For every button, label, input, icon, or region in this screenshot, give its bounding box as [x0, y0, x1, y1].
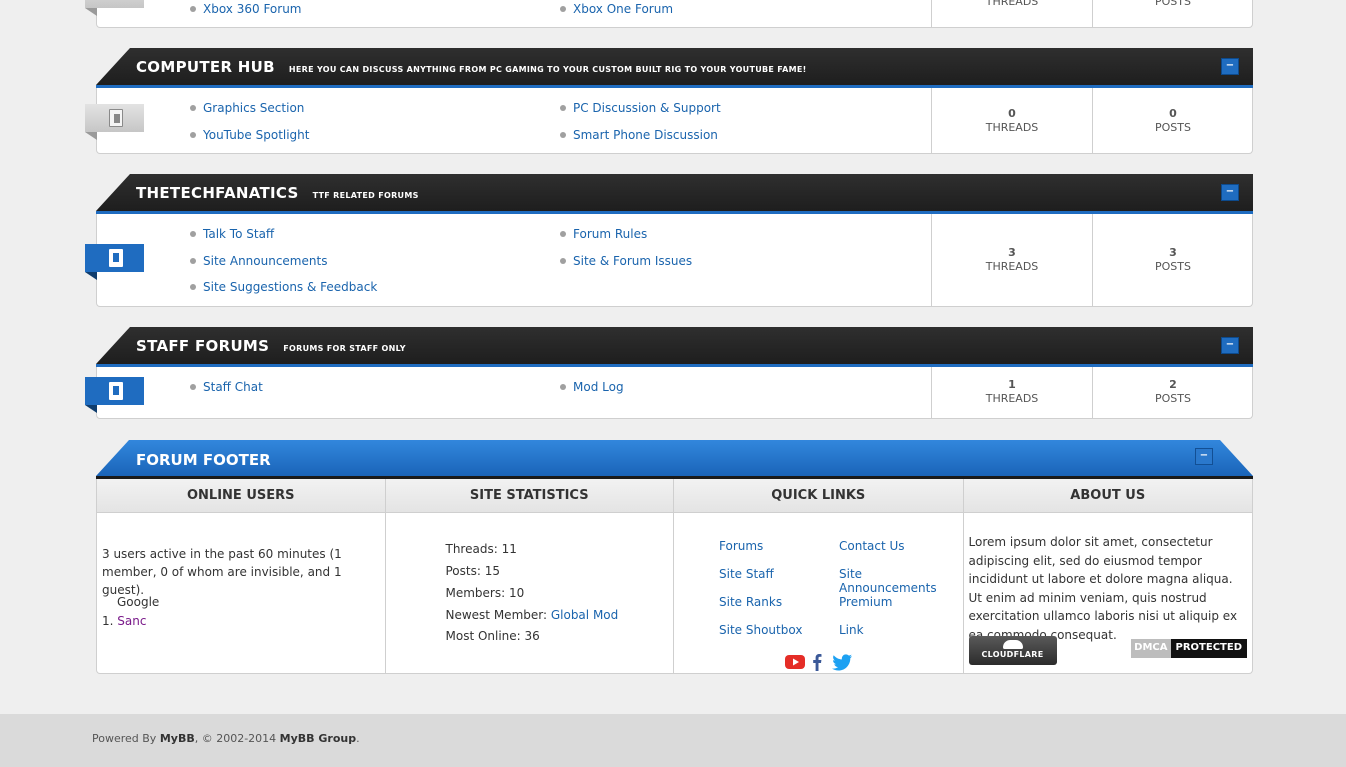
bullet-icon [560, 384, 566, 390]
category-header: STAFF FORUMS FORUMS FOR STAFF ONLY − [96, 327, 1253, 367]
twitter-icon[interactable] [831, 653, 853, 671]
mybb-group-link[interactable]: MyBB Group [280, 732, 356, 745]
quick-link-premium[interactable]: Premium [839, 595, 892, 609]
subforum-link[interactable]: Staff Chat [190, 380, 263, 394]
quick-link-link[interactable]: Link [839, 623, 864, 637]
quick-link-site-ranks[interactable]: Site Ranks [719, 595, 782, 609]
threads-stat: THREADS [931, 0, 1092, 27]
threads-stat: 0 THREADS [931, 88, 1092, 153]
online-bot: Google [117, 595, 160, 609]
subforum-link[interactable]: PC Discussion & Support [560, 101, 721, 115]
subforum-link[interactable]: Forum Rules [560, 227, 647, 241]
posts-stat: 2 POSTS [1092, 367, 1253, 418]
member-link[interactable]: Sanc [117, 614, 146, 628]
category-body: Graphics Section PC Discussion & Support… [85, 88, 1253, 154]
forum-new-posts-icon [85, 244, 144, 280]
collapse-button[interactable]: − [1221, 337, 1239, 354]
bullet-icon [560, 258, 566, 264]
about-us-heading: ABOUT US [963, 479, 1252, 513]
quick-link-site-announcements[interactable]: Site Announcements [839, 567, 963, 595]
category-description: FORUMS FOR STAFF ONLY [283, 344, 406, 353]
stat-members: Members: 10 [445, 586, 525, 600]
facebook-icon[interactable] [810, 653, 824, 671]
subforum-link[interactable]: Mod Log [560, 380, 624, 394]
category-description: HERE YOU CAN DISCUSS ANYTHING FROM PC GA… [288, 65, 807, 74]
footer-header: FORUM FOOTER − [96, 440, 1253, 479]
forum-status-icon [85, 0, 144, 16]
newest-member-link[interactable]: Global Mod [551, 608, 618, 622]
collapse-button[interactable]: − [1221, 184, 1239, 201]
category-staff-forums: STAFF FORUMS FORUMS FOR STAFF ONLY − Staf… [85, 327, 1253, 419]
subforum-link[interactable]: Smart Phone Discussion [560, 128, 718, 142]
subforum-link[interactable]: Xbox One Forum [560, 2, 673, 16]
category-header: COMPUTER HUB HERE YOU CAN DISCUSS ANYTHIN… [96, 48, 1253, 88]
bullet-icon [190, 384, 196, 390]
online-users-panel: ONLINE USERS 3 users active in the past … [97, 479, 386, 673]
category-body: Xbox 360 Forum Xbox One Forum THREADS PO… [85, 0, 1253, 28]
subforum-link[interactable]: Site & Forum Issues [560, 254, 692, 268]
bullet-icon [560, 105, 566, 111]
bullet-icon [190, 105, 196, 111]
about-us-text: Lorem ipsum dolor sit amet, consectetur … [968, 535, 1238, 642]
category-description: TTF RELATED FORUMS [312, 191, 419, 200]
dmca-badge[interactable]: DMCA PROTECTED [1131, 639, 1247, 658]
stat-most-online: Most Online: 36 [445, 629, 540, 643]
category-body: Talk To Staff Forum Rules Site Announcem… [85, 214, 1253, 307]
category-header: THETECHFANATICS TTF RELATED FORUMS − [96, 174, 1253, 214]
subforum-link[interactable]: Site Announcements [190, 254, 327, 268]
posts-stat: 0 POSTS [1092, 88, 1253, 153]
site-statistics-panel: SITE STATISTICS Threads: 11 Posts: 15 Me… [385, 479, 674, 673]
mybb-link[interactable]: MyBB [160, 732, 195, 745]
quick-link-forums[interactable]: Forums [719, 539, 763, 553]
subforum-link[interactable]: Site Suggestions & Feedback [190, 280, 377, 294]
bullet-icon [190, 284, 196, 290]
category-body: Staff Chat Mod Log 1 THREADS 2 POSTS [85, 367, 1253, 419]
bullet-icon [190, 231, 196, 237]
threads-stat: 3 THREADS [931, 214, 1092, 306]
category-computer-hub: COMPUTER HUB HERE YOU CAN DISCUSS ANYTHIN… [85, 48, 1253, 154]
posts-stat: 3 POSTS [1092, 214, 1253, 306]
category-thetechfanatics: THETECHFANATICS TTF RELATED FORUMS − Talk… [85, 174, 1253, 307]
forum-footer: FORUM FOOTER − ONLINE USERS 3 users acti… [96, 440, 1253, 674]
bullet-icon [190, 132, 196, 138]
footer-columns: ONLINE USERS 3 users active in the past … [96, 479, 1253, 674]
online-summary: 3 users active in the past 60 minutes (1… [102, 547, 342, 597]
bullet-icon [560, 132, 566, 138]
subforum-link[interactable]: Graphics Section [190, 101, 304, 115]
quick-links-heading: QUICK LINKS [674, 479, 963, 513]
subforum-link[interactable]: YouTube Spotlight [190, 128, 310, 142]
youtube-icon[interactable] [784, 653, 806, 671]
stat-posts: Posts: 15 [445, 564, 501, 578]
online-users-heading: ONLINE USERS [97, 479, 385, 513]
cloudflare-badge[interactable]: CLOUDFLARE [968, 636, 1057, 665]
footer-title: FORUM FOOTER [136, 451, 271, 469]
collapse-button[interactable]: − [1195, 448, 1213, 465]
about-us-panel: ABOUT US Lorem ipsum dolor sit amet, con… [963, 479, 1252, 673]
site-statistics-heading: SITE STATISTICS [385, 479, 673, 513]
stat-newest-member: Newest Member: Global Mod [445, 608, 619, 622]
forum-category-partial: Xbox 360 Forum Xbox One Forum THREADS PO… [85, 0, 1253, 28]
threads-stat: 1 THREADS [931, 367, 1092, 418]
forum-new-posts-icon [85, 377, 144, 413]
powered-by: Powered By MyBB, © 2002-2014 MyBB Group. [92, 732, 360, 745]
bullet-icon [190, 258, 196, 264]
subforum-link[interactable]: Xbox 360 Forum [190, 2, 302, 16]
quick-link-contact-us[interactable]: Contact Us [839, 539, 905, 553]
quick-links-panel: QUICK LINKS Forums Site Staff Site Ranks… [674, 479, 964, 673]
bullet-icon [560, 6, 566, 12]
posts-stat: POSTS [1092, 0, 1253, 27]
quick-link-site-staff[interactable]: Site Staff [719, 567, 774, 581]
forum-read-icon [85, 104, 144, 140]
category-title[interactable]: STAFF FORUMS FORUMS FOR STAFF ONLY [136, 337, 406, 355]
bullet-icon [190, 6, 196, 12]
bottom-bar: Powered By MyBB, © 2002-2014 MyBB Group. [0, 714, 1346, 767]
quick-link-site-shoutbox[interactable]: Site Shoutbox [719, 623, 802, 637]
category-title[interactable]: THETECHFANATICS TTF RELATED FORUMS [136, 184, 419, 202]
collapse-button[interactable]: − [1221, 58, 1239, 75]
online-member: 1. Sanc [102, 614, 147, 628]
stat-threads: Threads: 11 [445, 542, 517, 556]
category-title[interactable]: COMPUTER HUB HERE YOU CAN DISCUSS ANYTHIN… [136, 58, 807, 76]
bullet-icon [560, 231, 566, 237]
subforum-link[interactable]: Talk To Staff [190, 227, 274, 241]
